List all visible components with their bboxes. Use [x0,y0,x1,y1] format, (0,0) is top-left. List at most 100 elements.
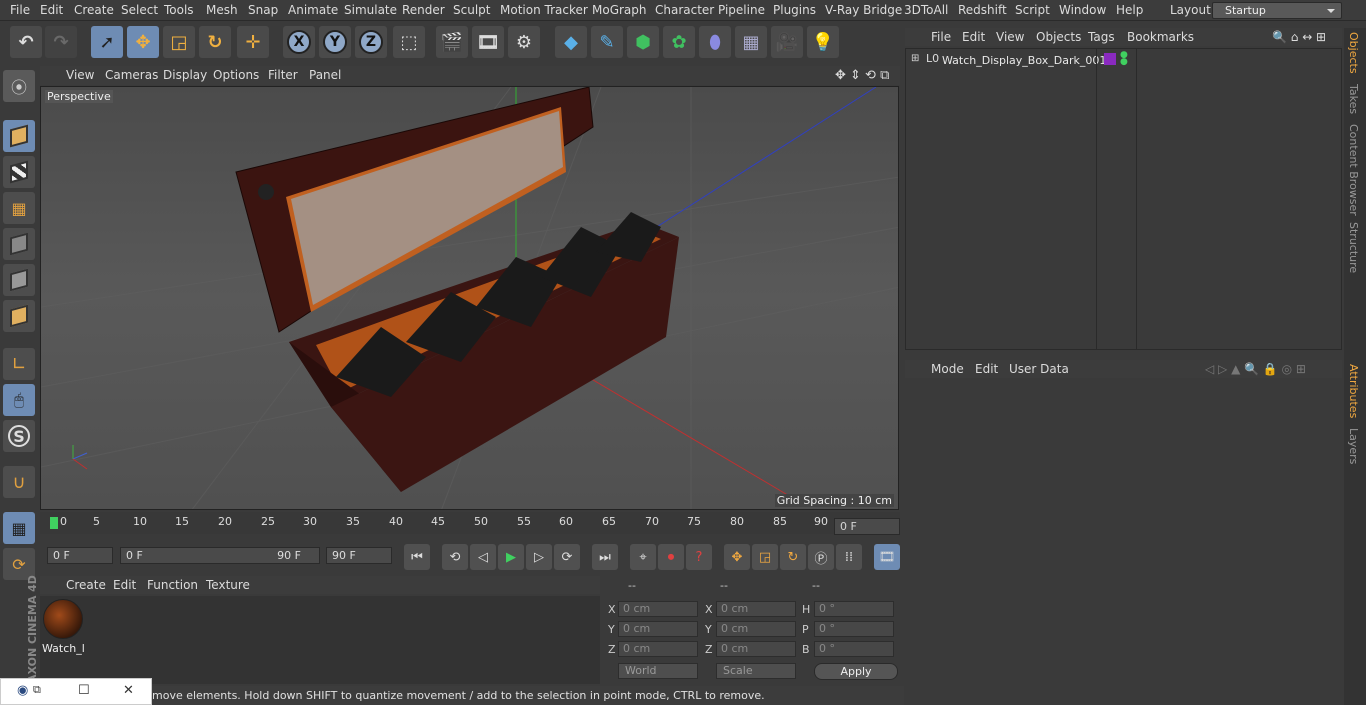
material-menu-function[interactable]: Function [147,578,198,592]
attribute-menu-edit[interactable]: Edit [975,362,998,376]
coordinate-space-dropdown[interactable]: World [618,663,698,679]
workplane-lock-icon[interactable]: ▦ [3,512,35,544]
rotate-icon[interactable]: ↻ [199,26,231,58]
layer-color-swatch[interactable] [1104,53,1116,65]
attribute-nav-icon[interactable]: ◁ ▷ ▲ 🔍 🔒 ◎ ⊞ [1205,362,1306,376]
size-z-field[interactable]: 0 cm [716,641,796,657]
size-y-field[interactable]: 0 cm [716,621,796,637]
light-icon[interactable]: 💡 [807,26,839,58]
position-x-field[interactable]: 0 cm [618,601,698,617]
apply-button[interactable]: Apply [814,663,898,680]
x-axis-icon[interactable]: X [283,26,315,58]
menu-vray-bridge[interactable]: V-Ray Bridge [825,3,902,17]
perspective-viewport[interactable]: Perspective Grid Spacing : 10 cm [40,86,899,510]
viewport-menu-panel[interactable]: Panel [309,68,341,82]
expand-icon[interactable]: ⊞ [911,53,919,64]
go-to-start-icon[interactable]: ⏮ [404,544,430,570]
camera-icon[interactable]: 🎥 [771,26,803,58]
cinema4d-app-icon[interactable]: ◉ [17,683,28,698]
menu-tools[interactable]: Tools [164,3,194,17]
snap-icon[interactable]: ∪ [3,466,35,498]
move-icon[interactable]: ✥ [127,26,159,58]
z-axis-icon[interactable]: Z [355,26,387,58]
render-view-icon[interactable]: 🎬 [436,26,468,58]
menu-help[interactable]: Help [1116,3,1143,17]
object-menu-bookmarks[interactable]: Bookmarks [1127,30,1194,44]
key-scale-icon[interactable]: ◲ [752,544,778,570]
key-parameter-icon[interactable]: Ⓟ [808,544,834,570]
menu-plugins[interactable]: Plugins [773,3,816,17]
floor-icon[interactable]: ▦ [735,26,767,58]
axis-mode-icon[interactable]: ∟ [3,348,35,380]
cloner-icon[interactable]: ✿ [663,26,695,58]
tab-objects[interactable]: Objects [1347,32,1360,74]
menu-sculpt[interactable]: Sculpt [453,3,490,17]
viewport-menu-options[interactable]: Options [213,68,259,82]
restore-window-icon[interactable]: ⧉ [33,683,41,697]
go-to-end-icon[interactable]: ⏭ [592,544,618,570]
menu-animate[interactable]: Animate [288,3,338,17]
viewport-menu-cameras[interactable]: Cameras [105,68,158,82]
material-menu-create[interactable]: Create [66,578,106,592]
menu-motion-tracker[interactable]: Motion Tracker [500,3,588,17]
material-name[interactable]: Watch_l [42,642,85,655]
auto-keying-icon[interactable]: ⏺ [658,544,684,570]
size-x-field[interactable]: 0 cm [716,601,796,617]
tab-content-browser[interactable]: Content Browser [1347,124,1360,216]
previous-key-icon[interactable]: ⟲ [442,544,468,570]
material-menu-texture[interactable]: Texture [206,578,250,592]
tab-attributes[interactable]: Attributes [1347,364,1360,418]
render-settings-icon[interactable]: ⚙ [508,26,540,58]
tab-layers[interactable]: Layers [1347,428,1360,464]
subdivision-icon[interactable]: ⬢ [627,26,659,58]
undo-icon[interactable]: ↶ [10,26,42,58]
live-select-icon[interactable]: ✛ [237,26,269,58]
object-menu-tags[interactable]: Tags [1088,30,1115,44]
key-rotation-icon[interactable]: ↻ [780,544,806,570]
timeline-window-icon[interactable]: 🎞 [874,544,900,570]
menu-pipeline[interactable]: Pipeline [718,3,765,17]
record-keys-icon[interactable]: ⌖ [630,544,656,570]
select-icon[interactable]: ➚ [91,26,123,58]
object-menu-file[interactable]: File [931,30,951,44]
pen-icon[interactable]: ✎ [591,26,623,58]
polygon-mode-icon[interactable] [3,300,35,332]
object-menu-objects[interactable]: Objects [1036,30,1081,44]
redo-icon[interactable]: ↷ [45,26,77,58]
menu-file[interactable]: File [10,3,30,17]
start-frame-field[interactable]: 0 F [47,547,113,564]
workplane-mode-icon[interactable]: ▦ [3,192,35,224]
material-thumbnail[interactable] [43,599,83,639]
model-mode-icon[interactable] [3,120,35,152]
edge-mode-icon[interactable] [3,264,35,296]
next-frame-icon[interactable]: ▷ [526,544,552,570]
point-mode-icon[interactable] [3,228,35,260]
visibility-dots-icon[interactable]: ● ● [1120,51,1128,67]
menu-mograph[interactable]: MoGraph [592,3,647,17]
menu-3dtoall[interactable]: 3DToAll [904,3,948,17]
menu-mesh[interactable]: Mesh [206,3,238,17]
menu-select[interactable]: Select [121,3,158,17]
position-y-field[interactable]: 0 cm [618,621,698,637]
coordinate-system-icon[interactable]: ⬚ [393,26,425,58]
viewport-nav-icon[interactable]: ✥ ⇕ ⟲ ⧉ [835,68,889,83]
solo-icon[interactable]: S [3,420,35,452]
attribute-menu-mode[interactable]: Mode [931,362,964,376]
menu-edit[interactable]: Edit [40,3,63,17]
frame-range-slider[interactable]: 0 F 90 F [120,547,320,564]
cube-icon[interactable]: ◆ [555,26,587,58]
y-axis-icon[interactable]: Y [319,26,351,58]
tweak-mode-icon[interactable]: 🖱 [3,384,35,416]
scale-icon[interactable]: ◲ [163,26,195,58]
attribute-menu-user-data[interactable]: User Data [1009,362,1069,376]
size-mode-dropdown[interactable]: Scale [716,663,796,679]
viewport-menu-filter[interactable]: Filter [268,68,298,82]
menu-redshift[interactable]: Redshift [958,3,1007,17]
tab-structure[interactable]: Structure [1347,222,1360,273]
key-position-icon[interactable]: ✥ [724,544,750,570]
viewport-menu-view[interactable]: View [66,68,94,82]
tab-takes[interactable]: Takes [1347,84,1360,114]
menu-snap[interactable]: Snap [248,3,278,17]
keyframe-selection-icon[interactable]: ? [686,544,712,570]
menu-character[interactable]: Character [655,3,714,17]
